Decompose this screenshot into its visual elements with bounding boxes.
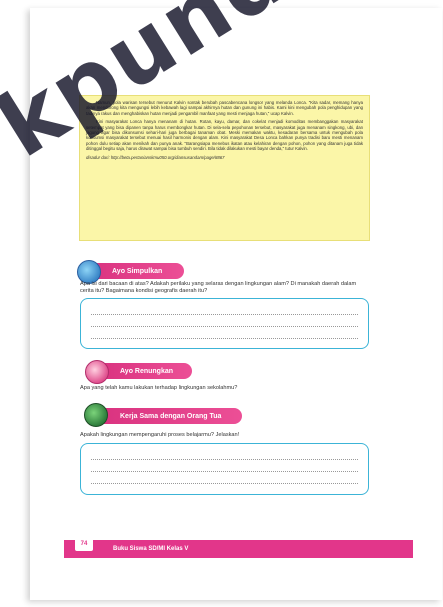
answer-line	[91, 329, 358, 339]
section-simpulkan-header: Ayo Simpulkan	[88, 263, 184, 279]
answer-line	[91, 474, 358, 484]
question-1: Apa isi dari bacaan di atas? Adakah peri…	[80, 281, 357, 295]
section-kerja-sama-label: Kerja Sama dengan Orang Tua	[120, 412, 222, 420]
question-3: Apakah lingkungan mempengaruhi proses be…	[80, 432, 240, 438]
question-2: Apa yang telah kamu lakukan terhadap lin…	[80, 385, 238, 391]
reading-paragraph-2: Kini masyarakat Lonca hanya menanam di h…	[86, 119, 363, 152]
section-simpulkan-label: Ayo Simpulkan	[112, 267, 163, 275]
answer-line	[91, 450, 358, 460]
character-icon	[85, 360, 109, 384]
reading-source: disadur dari: http://beta.pertanianskmu0…	[86, 154, 225, 160]
answer-line	[91, 305, 358, 315]
reading-paragraph-1: Namun, pola warisan tersebut menurut Kal…	[86, 100, 363, 116]
answer-line	[91, 317, 358, 327]
section-renungkan-label: Ayo Renungkan	[120, 367, 174, 375]
section-renungkan-header: Ayo Renungkan	[96, 363, 192, 379]
book-title: Buku Siswa SD/MI Kelas V	[113, 546, 189, 552]
section-kerja-sama-header: Kerja Sama dengan Orang Tua	[96, 408, 242, 424]
page-number: 74	[75, 536, 93, 551]
answer-line	[91, 462, 358, 472]
reading-passage: Namun, pola warisan tersebut menurut Kal…	[79, 95, 370, 241]
answer-box-1[interactable]	[80, 298, 369, 349]
family-icon	[84, 403, 108, 427]
answer-box-3[interactable]	[80, 443, 369, 495]
